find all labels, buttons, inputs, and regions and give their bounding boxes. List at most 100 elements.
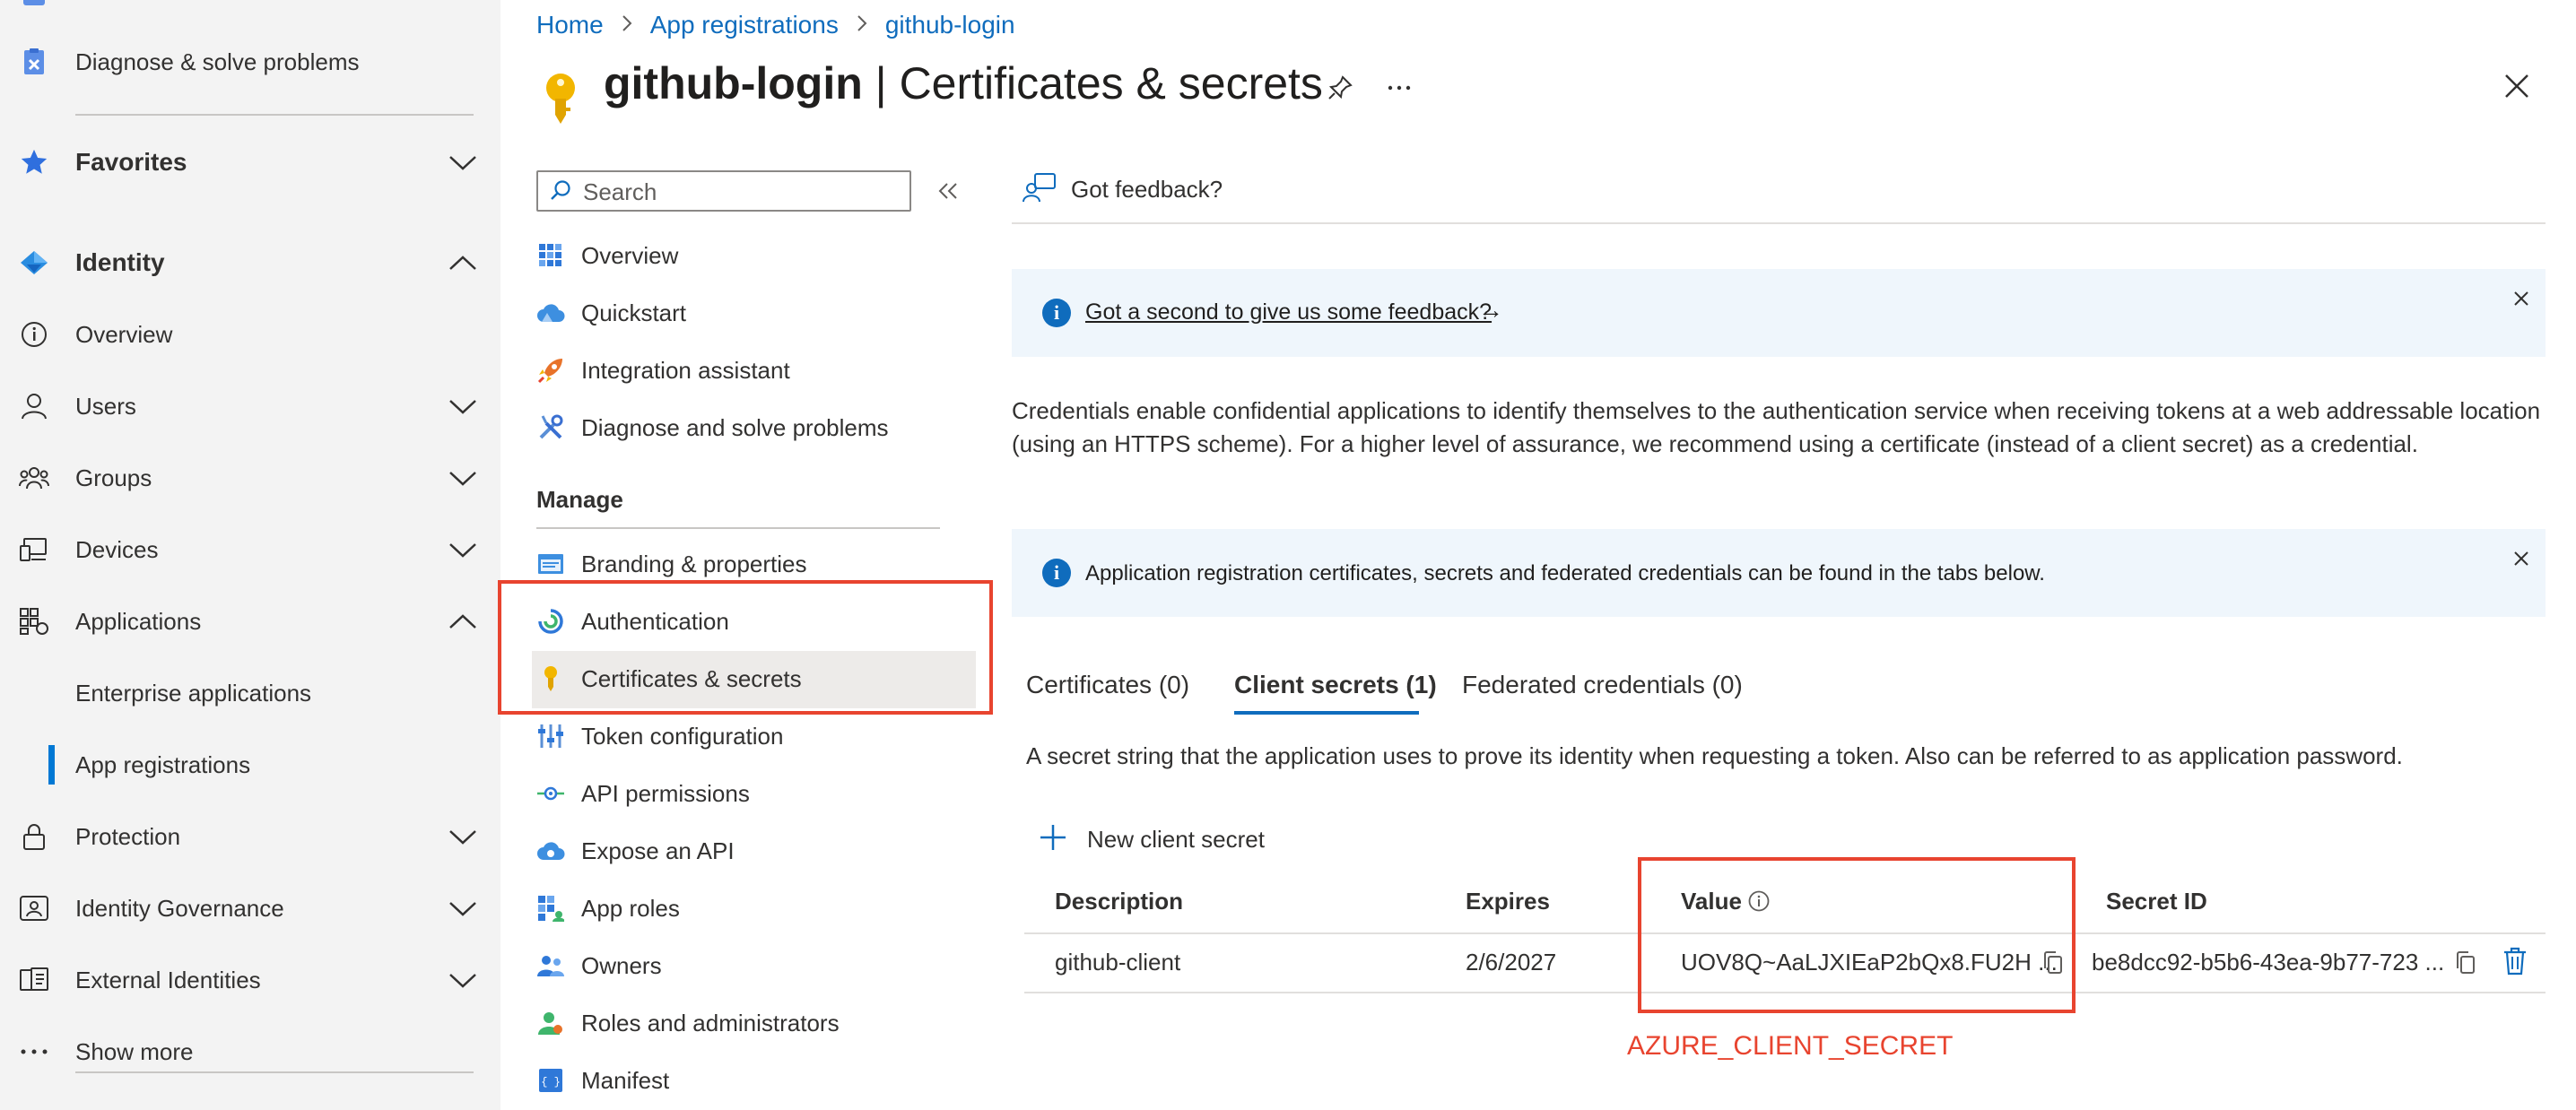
selected-indicator <box>48 745 55 785</box>
resource-menu-search[interactable] <box>536 170 911 212</box>
breadcrumb-home[interactable]: Home <box>536 11 604 39</box>
menu-item-label: Quickstart <box>581 299 687 326</box>
chevron-down-icon[interactable] <box>447 892 479 924</box>
chevron-down-icon[interactable] <box>447 820 479 853</box>
nav-divider <box>75 114 474 116</box>
search-input[interactable] <box>581 172 899 212</box>
column-header-expires[interactable]: Expires <box>1466 888 1550 915</box>
menu-item-label: Integration assistant <box>581 357 790 384</box>
devices-icon <box>18 533 50 566</box>
nav-item-app-registrations[interactable]: App registrations <box>0 733 500 796</box>
identity-diamond-icon <box>18 247 50 279</box>
section-divider <box>536 527 940 529</box>
external-identities-icon <box>18 964 50 996</box>
feedback-banner: i Got a second to give us some feedback?… <box>1012 269 2546 357</box>
tab-federated-credentials[interactable]: Federated credentials (0) <box>1462 671 1743 699</box>
nav-item-applications[interactable]: Applications <box>0 590 500 653</box>
menu-item-label: App roles <box>581 895 680 922</box>
chevron-down-icon[interactable] <box>447 390 479 422</box>
cell-expires: 2/6/2027 <box>1466 949 1557 976</box>
key-icon <box>540 72 581 132</box>
chevron-down-icon[interactable] <box>447 146 479 178</box>
owners-icon <box>535 950 566 981</box>
delete-trash-icon[interactable] <box>2502 947 2528 980</box>
chevron-up-icon[interactable] <box>447 247 479 279</box>
nav-divider <box>75 1071 474 1073</box>
menu-item-overview[interactable]: Overview <box>532 228 976 285</box>
feedback-link[interactable]: Got a second to give us some feedback? <box>1085 299 1492 325</box>
copy-icon[interactable] <box>2454 950 2477 980</box>
collapse-menu-icon[interactable] <box>935 178 962 204</box>
nav-item-diagnose[interactable]: Diagnose & solve problems <box>0 30 500 93</box>
tab-certificates[interactable]: Certificates (0) <box>1026 671 1189 699</box>
nav-label: Applications <box>75 607 202 635</box>
menu-item-label: Manifest <box>581 1067 670 1094</box>
menu-item-owners[interactable]: Owners <box>532 938 976 995</box>
nav-item-external-identities[interactable]: External Identities <box>0 949 500 1011</box>
menu-item-integration-assistant[interactable]: Integration assistant <box>532 343 976 400</box>
menu-item-manifest[interactable]: { } Manifest <box>532 1053 976 1110</box>
nav-item-show-more[interactable]: Show more <box>0 1020 500 1083</box>
nav-item-overview[interactable]: Overview <box>0 303 500 366</box>
nav-item-groups[interactable]: Groups <box>0 447 500 509</box>
info-banner-text: Application registration certificates, s… <box>1085 561 2045 585</box>
dismiss-icon[interactable] <box>2511 289 2531 308</box>
nav-label: External Identities <box>75 966 261 993</box>
app-roles-icon <box>535 893 566 924</box>
cut-off-icon <box>23 0 45 5</box>
nav-item-protection[interactable]: Protection <box>0 805 500 868</box>
page-title-app: github-login <box>604 58 863 108</box>
new-client-secret-label: New client secret <box>1087 826 1265 853</box>
active-tab-indicator <box>1234 711 1419 715</box>
nav-item-enterprise-applications[interactable]: Enterprise applications <box>0 662 500 724</box>
feedback-label: Got feedback? <box>1071 176 1223 203</box>
pin-icon[interactable] <box>1322 70 1358 106</box>
client-secrets-description: A secret string that the application use… <box>1026 742 2403 769</box>
diagnose-icon <box>18 46 50 78</box>
new-client-secret-button[interactable]: New client secret <box>1039 823 1265 856</box>
menu-item-api-permissions[interactable]: API permissions <box>532 766 976 823</box>
feedback-button[interactable]: Got feedback? <box>1023 172 1223 207</box>
tab-client-secrets[interactable]: Client secrets (1) <box>1234 671 1437 699</box>
arrow-right-icon: → <box>1478 296 1503 324</box>
api-permissions-icon <box>535 778 566 809</box>
column-header-description[interactable]: Description <box>1055 888 1183 915</box>
chevron-up-icon[interactable] <box>447 605 479 637</box>
nav-label: Groups <box>75 464 152 491</box>
svg-text:{ }: { } <box>541 1076 561 1088</box>
breadcrumb-github-login[interactable]: github-login <box>885 11 1015 39</box>
chevron-down-icon[interactable] <box>447 462 479 494</box>
menu-item-expose-api[interactable]: Expose an API <box>532 823 976 880</box>
chevron-down-icon[interactable] <box>447 533 479 566</box>
nav-item-favorites[interactable]: Favorites <box>0 131 500 194</box>
description-line: (using an HTTPS scheme). For a higher le… <box>1012 430 2418 457</box>
menu-item-roles-administrators[interactable]: Roles and administrators <box>532 995 976 1053</box>
cloud-icon <box>535 298 566 328</box>
chevron-down-icon[interactable] <box>447 964 479 996</box>
info-banner: i Application registration certificates,… <box>1012 529 2546 617</box>
menu-item-diagnose[interactable]: Diagnose and solve problems <box>532 400 976 457</box>
nav-label: Protection <box>75 822 181 850</box>
highlight-annotation-box <box>498 580 993 715</box>
nav-label: Users <box>75 392 136 420</box>
menu-item-label: Branding & properties <box>581 551 807 577</box>
lock-icon <box>18 820 50 853</box>
group-icon <box>18 462 50 494</box>
left-navigation: Diagnose & solve problems Favorites Iden… <box>0 0 500 1110</box>
wrench-screwdriver-icon <box>535 412 566 443</box>
cloud-api-icon <box>535 836 566 866</box>
dismiss-icon[interactable] <box>2511 549 2531 568</box>
nav-item-users[interactable]: Users <box>0 375 500 438</box>
close-icon[interactable] <box>2499 68 2535 104</box>
menu-item-quickstart[interactable]: Quickstart <box>532 285 976 343</box>
menu-item-token-configuration[interactable]: Token configuration <box>532 708 976 766</box>
more-options-icon[interactable] <box>1381 70 1417 106</box>
nav-item-devices[interactable]: Devices <box>0 518 500 581</box>
menu-item-label: Expose an API <box>581 837 735 864</box>
menu-item-app-roles[interactable]: App roles <box>532 880 976 938</box>
nav-item-identity[interactable]: Identity <box>0 231 500 294</box>
nav-item-identity-governance[interactable]: Identity Governance <box>0 877 500 940</box>
column-header-secret-id[interactable]: Secret ID <box>2106 888 2207 915</box>
breadcrumb-app-registrations[interactable]: App registrations <box>650 11 839 39</box>
applications-grid-icon <box>18 605 50 637</box>
